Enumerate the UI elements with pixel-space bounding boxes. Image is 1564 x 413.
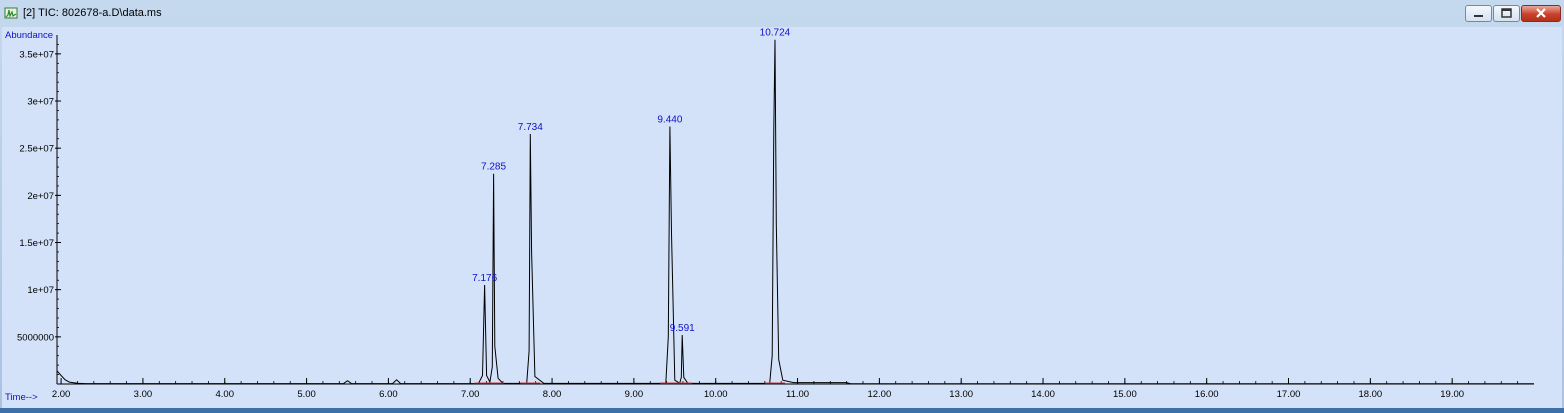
x-tick-label: 6.00 — [379, 389, 398, 400]
minimize-button[interactable] — [1465, 5, 1492, 22]
status-bar — [0, 408, 1564, 413]
y-tick-label: 1.5e+07 — [19, 238, 54, 249]
y-axis-label: Abundance — [5, 30, 53, 41]
x-tick-label: 19.00 — [1440, 389, 1464, 400]
x-tick-label: 16.00 — [1195, 389, 1219, 400]
y-tick-label: 2e+07 — [27, 191, 54, 202]
peak-label: 10.724 — [760, 28, 791, 39]
x-tick-label: 10.00 — [704, 389, 728, 400]
y-tick-label: 3e+07 — [27, 97, 54, 108]
x-tick-label: 7.00 — [461, 389, 480, 400]
peak-label: 7.734 — [518, 122, 543, 133]
window-title: [2] TIC: 802678-a.D\data.ms — [23, 7, 162, 19]
plot-area[interactable]: 2.00 3.00 4.00 5.00 6.00 7.00 8.00 9.00 10.00 11.… — [2, 27, 1562, 408]
close-icon — [1536, 8, 1546, 18]
x-tick-label: 11.00 — [786, 389, 809, 400]
x-tick-label: 13.00 — [949, 389, 973, 400]
y-tick-label: 2.5e+07 — [19, 144, 54, 155]
tic-trace — [56, 39, 1534, 385]
peak-label: 9.440 — [657, 114, 682, 125]
x-tick-label: 15.00 — [1113, 389, 1137, 400]
x-axis-label: Time--> — [5, 392, 38, 403]
x-tick-label: 18.00 — [1358, 389, 1382, 400]
x-tick-label: 9.00 — [625, 389, 644, 400]
minimize-icon — [1474, 15, 1483, 17]
chromatogram-app-icon — [4, 7, 18, 19]
y-tick-label: 3.5e+07 — [19, 49, 54, 60]
y-tick-label: 1e+07 — [27, 285, 54, 296]
x-tick-label: 4.00 — [215, 389, 234, 400]
peak-label: 7.285 — [481, 162, 506, 173]
chart-marks: 7.176 7.285 7.734 9.440 9.591 10.724 — [56, 28, 1534, 385]
x-tick-label: 12.00 — [867, 389, 891, 400]
y-tick-label: 5000000 — [17, 332, 54, 343]
x-tick-label: 2.00 — [52, 389, 71, 400]
close-button[interactable] — [1521, 5, 1561, 22]
title-bar[interactable]: [2] TIC: 802678-a.D\data.ms — [0, 0, 1564, 26]
maximize-icon — [1501, 8, 1512, 18]
x-tick-label: 5.00 — [297, 389, 316, 400]
chromatogram-window: [2] TIC: 802678-a.D\data.ms 2.00 3.00 4.00… — [0, 0, 1564, 413]
x-tick-label: 8.00 — [543, 389, 562, 400]
x-tick-label: 3.00 — [134, 389, 153, 400]
x-tick-label: 17.00 — [1277, 389, 1301, 400]
maximize-button[interactable] — [1493, 5, 1520, 22]
peak-label: 9.591 — [670, 323, 695, 334]
peak-label: 7.176 — [472, 273, 497, 284]
x-tick-label: 14.00 — [1031, 389, 1055, 400]
chromatogram-chart[interactable]: 2.00 3.00 4.00 5.00 6.00 7.00 8.00 9.00 10.00 11.… — [2, 27, 1562, 408]
